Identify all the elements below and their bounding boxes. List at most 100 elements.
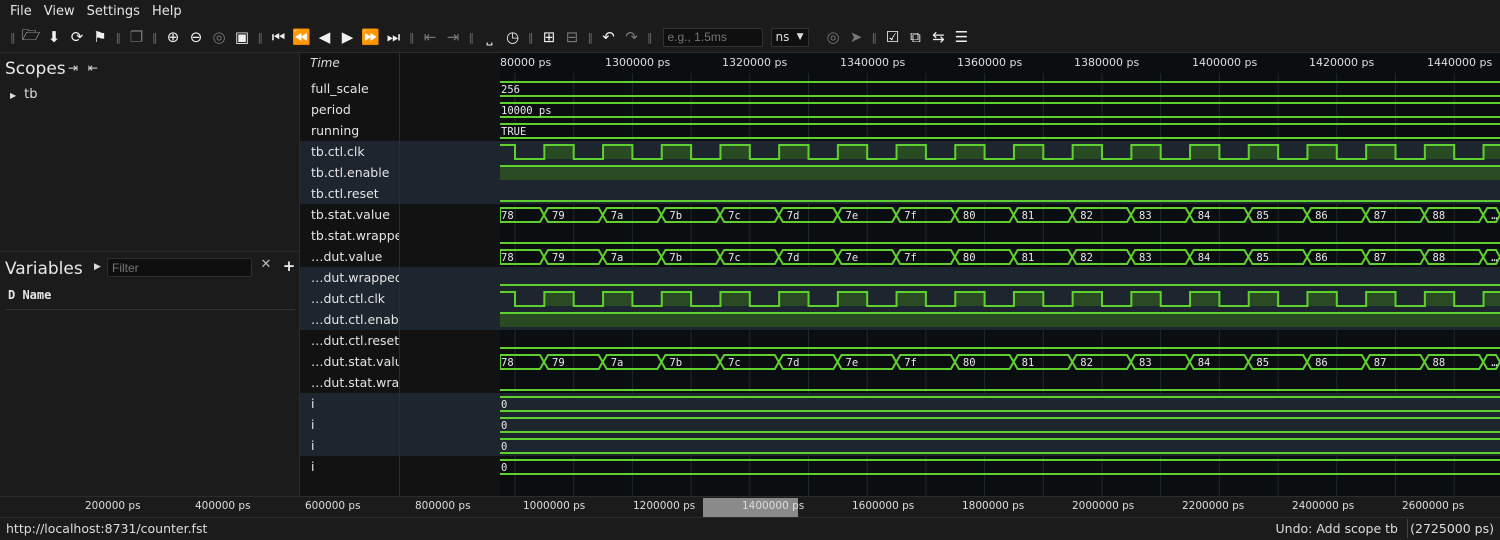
signal-name-row[interactable]: i [300, 393, 399, 414]
go-to-end-icon[interactable]: ⏭ [383, 26, 404, 48]
bus-value-label: 7d [787, 357, 800, 369]
next-transition-icon[interactable]: ⇥ [443, 26, 464, 48]
status-bar: http://localhost:8731/counter.fst Undo: … [0, 517, 1500, 540]
zoom-out-icon[interactable]: ⊖ [186, 26, 207, 48]
open-url-icon[interactable]: ⬇ [44, 26, 65, 48]
status-separator [1407, 519, 1408, 538]
overview-timeline[interactable]: 200000 ps 400000 ps 600000 ps 800000 ps 1000… [0, 496, 1500, 517]
waveform-canvas[interactable]: 80000 ps 1300000 ps 1320000 ps 1340000 ps 13… [500, 53, 1500, 496]
signal-name-row[interactable]: i [300, 456, 399, 477]
toolbar-separator: ‖ [468, 30, 475, 44]
variable-filter-input[interactable] [107, 258, 252, 277]
menu-help[interactable]: Help [146, 4, 188, 19]
overview-tick-label: 1600000 ps [852, 500, 915, 512]
edit-icon[interactable]: ☑ [882, 26, 903, 48]
bus-value-label: 7f [904, 357, 917, 369]
clock-high-fill [661, 145, 692, 159]
signal-value-row [400, 309, 500, 330]
redo-icon[interactable]: ↷ [621, 26, 642, 48]
signal-name-row[interactable]: …dut.stat.wrapped [300, 372, 399, 393]
overview-tick-label: 2200000 ps [1182, 500, 1245, 512]
signal-name-row[interactable]: running [300, 120, 399, 141]
bus-value-label: 7d [787, 252, 800, 264]
swap-icon[interactable]: ⇆ [928, 26, 949, 48]
toolbar-separator: ‖ [647, 30, 653, 44]
axis-tick-label: 1400000 ps [1192, 56, 1257, 69]
list-icon[interactable]: ☰ [951, 26, 972, 48]
overview-tick-label: 2400000 ps [1292, 500, 1355, 512]
signal-name-row[interactable]: i [300, 435, 399, 456]
signal-name-row[interactable]: tb.ctl.clk [300, 141, 399, 162]
signal-name-row[interactable]: i [300, 414, 399, 435]
clock-high-fill [1131, 145, 1161, 159]
bus-value-label: 86 [1315, 357, 1328, 369]
bus-value-label: 7a [611, 252, 624, 264]
expand-all-icon[interactable]: ⇥ [68, 61, 78, 75]
prev-transition-icon[interactable]: ⇤ [420, 26, 441, 48]
bus-value-label: 83 [1139, 252, 1152, 264]
bus-value-label: 7f [904, 210, 917, 222]
signal-name-row[interactable]: tb.stat.value [300, 204, 399, 225]
clear-filter-icon[interactable]: ✕ [258, 257, 274, 275]
copy-icon[interactable]: ❐ [126, 26, 147, 48]
bus-value-label: 81 [1022, 357, 1035, 369]
bus-value-label: 78 [501, 210, 514, 222]
clock-high-fill [544, 292, 574, 306]
clock-high-fill [837, 292, 868, 306]
clock-high-fill [1190, 292, 1220, 306]
reload-icon[interactable]: ⟳ [67, 26, 88, 48]
goto-time-input[interactable] [662, 27, 763, 47]
signal-name-row[interactable]: tb.stat.wrapped [300, 225, 399, 246]
add-variables-icon[interactable]: + [281, 257, 297, 275]
step-back-icon[interactable]: ◀ [314, 26, 335, 48]
bus-value-label: 88 [1433, 210, 1446, 222]
bus-value-label: 82 [1080, 357, 1093, 369]
expand-triangle-icon[interactable]: ▶ [10, 91, 16, 100]
zoom-to-range-icon[interactable]: ▣ [232, 26, 253, 48]
signal-name-row[interactable]: full_scale [300, 78, 399, 99]
zoom-in-icon[interactable]: ⊕ [163, 26, 184, 48]
clock-high-fill [1366, 145, 1396, 159]
signal-name-row[interactable]: …dut.ctl.enable [300, 309, 399, 330]
pointer-icon[interactable]: ➤ [846, 26, 867, 48]
undo-icon[interactable]: ↶ [598, 26, 619, 48]
signal-name-row[interactable]: …dut.ctl.reset [300, 330, 399, 351]
fast-back-icon[interactable]: ⏪ [291, 26, 312, 48]
menu-file[interactable]: File [4, 4, 38, 19]
bus-value-label: 80 [963, 210, 976, 222]
signal-name-row[interactable]: …dut.wrapped [300, 267, 399, 288]
go-to-start-icon[interactable]: ⏮ [268, 26, 289, 48]
scope-item-tb[interactable]: ▶ tb [10, 87, 38, 102]
clock-high-fill [1072, 145, 1102, 159]
clock-high-fill [1072, 292, 1102, 306]
waveform-view[interactable]: 80000 ps 1300000 ps 1320000 ps 1340000 ps 13… [500, 53, 1500, 496]
target-icon[interactable]: ◎ [823, 26, 844, 48]
open-file-icon[interactable]: 🗁 [21, 26, 42, 48]
overview-tick-label: 1000000 ps [523, 500, 586, 512]
menu-view[interactable]: View [38, 4, 81, 19]
zoom-fit-icon[interactable]: ◎ [209, 26, 230, 48]
signal-name-row[interactable]: tb.ctl.reset [300, 183, 399, 204]
run-icon[interactable]: ⚑ [90, 26, 111, 48]
clock-icon[interactable]: ◷ [502, 26, 523, 48]
remove-marker-icon[interactable]: ⊟ [562, 26, 583, 48]
signal-name-row[interactable]: …dut.value [300, 246, 399, 267]
time-range-icon[interactable]: ⎵ [479, 26, 500, 48]
bus-value-label: 84 [1198, 357, 1211, 369]
axis-tick-label: 1300000 ps [605, 56, 670, 69]
filter-options-icon[interactable]: ▶ [94, 262, 101, 272]
menu-settings[interactable]: Settings [81, 4, 146, 19]
time-unit-select[interactable]: ns ▼ [770, 27, 809, 47]
signal-name-row[interactable]: period [300, 99, 399, 120]
step-forward-icon[interactable]: ▶ [337, 26, 358, 48]
panel-divider[interactable] [0, 251, 300, 252]
external-link-icon[interactable]: ⧉ [905, 26, 926, 48]
collapse-all-icon[interactable]: ⇤ [88, 61, 98, 75]
add-marker-icon[interactable]: ⊞ [539, 26, 560, 48]
signal-name-row[interactable]: …dut.stat.value [300, 351, 399, 372]
signal-name-row[interactable]: tb.ctl.enable [300, 162, 399, 183]
fast-forward-icon[interactable]: ⏩ [360, 26, 381, 48]
overview-tick-label: 200000 ps [85, 500, 141, 512]
clock-high-fill [1483, 292, 1500, 306]
signal-name-row[interactable]: …dut.ctl.clk [300, 288, 399, 309]
